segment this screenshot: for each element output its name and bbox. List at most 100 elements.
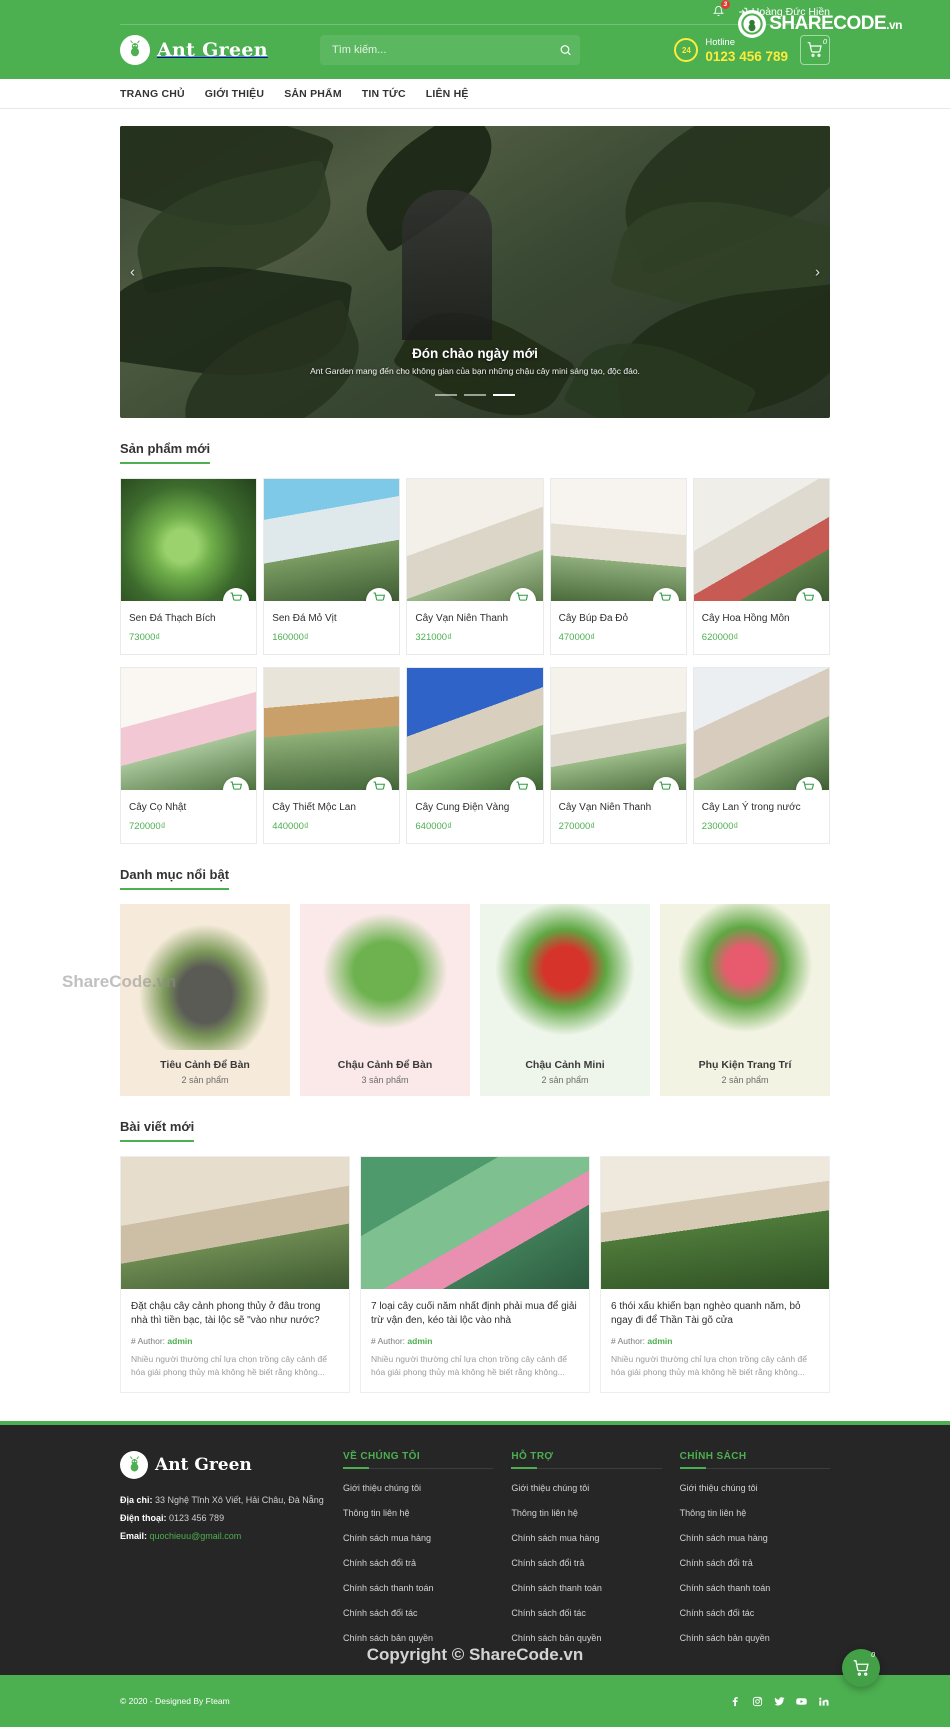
nav-item-contact[interactable]: LIÊN HỆ xyxy=(426,88,469,100)
blog-title[interactable]: Đặt chậu cây cảnh phong thủy ở đâu trong… xyxy=(131,1300,339,1328)
product-name: Cây Lan Ý trong nước xyxy=(701,802,801,813)
blog-author-name[interactable]: admin xyxy=(407,1336,432,1346)
category-name: Chậu Cảnh Để Bàn xyxy=(337,1059,433,1071)
blog-grid: Đặt chậu cây cảnh phong thủy ở đâu trong… xyxy=(120,1156,830,1393)
product-card[interactable]: Cây Thiết Mộc Lan 440000₫ xyxy=(263,667,401,844)
product-image xyxy=(407,479,543,601)
hero-dot-2[interactable] xyxy=(464,394,486,396)
linkedin-icon[interactable] xyxy=(817,1695,830,1708)
nav-item-home[interactable]: TRANG CHỦ xyxy=(120,88,185,100)
phone-24h-icon: 24 xyxy=(674,38,699,62)
footer-logo-text: Ant Green xyxy=(155,1455,252,1475)
category-card[interactable]: Phụ Kiện Trang Trí 2 sản phẩm xyxy=(660,904,830,1096)
footer-link[interactable]: Chính sách mua hàng xyxy=(680,1533,768,1543)
hero-next-arrow[interactable]: › xyxy=(815,264,820,281)
footer-link-item: Giới thiệu chúng tôi xyxy=(343,1478,493,1496)
notifications-button[interactable]: 3 xyxy=(712,0,730,20)
instagram-icon[interactable] xyxy=(751,1695,764,1708)
blog-card[interactable]: Đặt chậu cây cảnh phong thủy ở đâu trong… xyxy=(120,1156,350,1393)
site-footer: Ant Green Địa chỉ: 33 Nghệ Tĩnh Xô Viết,… xyxy=(0,1421,950,1675)
footer-email: Email: quochieuu@gmail.com xyxy=(120,1529,325,1544)
product-image xyxy=(407,668,543,790)
blog-title[interactable]: 6 thói xấu khiến bạn nghèo quanh năm, bỏ… xyxy=(611,1300,819,1328)
footer-link[interactable]: Thông tin liên hệ xyxy=(680,1508,747,1518)
footer-link[interactable]: Thông tin liên hệ xyxy=(511,1508,578,1518)
product-card[interactable]: Sen Đá Mỏ Vịt 160000₫ xyxy=(263,478,401,655)
category-card[interactable]: Chậu Cảnh Mini 2 sản phẩm xyxy=(480,904,650,1096)
site-logo[interactable]: Ant Green xyxy=(120,35,280,65)
product-price: 73000₫ xyxy=(129,632,161,643)
product-card[interactable]: Cây Hoa Hồng Môn 620000₫ xyxy=(692,478,830,655)
add-to-cart-icon xyxy=(802,781,815,790)
floating-cart-button[interactable]: 0 xyxy=(842,1649,880,1687)
nav-item-about[interactable]: GIỚI THIỆU xyxy=(205,88,264,100)
footer-link[interactable]: Giới thiệu chúng tôi xyxy=(343,1483,421,1493)
social-links xyxy=(729,1695,830,1708)
product-price: 270000₫ xyxy=(558,821,596,832)
category-card[interactable]: Tiêu Cảnh Để Bàn 2 sản phẩm xyxy=(120,904,290,1096)
footer-link[interactable]: Chính sách bản quyền xyxy=(343,1633,433,1643)
footer-link[interactable]: Chính sách đối tác xyxy=(343,1608,418,1618)
footer-link-item: Chính sách thanh toán xyxy=(343,1578,493,1596)
footer-link[interactable]: Chính sách mua hàng xyxy=(343,1533,431,1543)
search-icon xyxy=(560,45,571,56)
nav-item-news[interactable]: TIN TỨC xyxy=(362,88,406,100)
product-price: 620000₫ xyxy=(701,632,739,643)
footer-column-title: HỖ TRỢ xyxy=(511,1451,662,1469)
nav-item-products[interactable]: SẢN PHẨM xyxy=(284,88,342,100)
hotline-block[interactable]: 24 Hotline 0123 456 789 xyxy=(674,36,788,64)
blog-card[interactable]: 7 loại cây cuối năm nhất định phải mua đ… xyxy=(360,1156,590,1393)
footer-link[interactable]: Chính sách đối tác xyxy=(680,1608,755,1618)
hero-dot-1[interactable] xyxy=(435,394,457,396)
blog-excerpt: Nhiều người thường chỉ lựa chọn trồng câ… xyxy=(131,1354,327,1377)
footer-link[interactable]: Chính sách đổi trả xyxy=(343,1558,416,1568)
footer-link[interactable]: Giới thiệu chúng tôi xyxy=(511,1483,589,1493)
footer-link-item: Chính sách đối tác xyxy=(680,1603,830,1621)
footer-link-item: Chính sách đổi trả xyxy=(511,1553,661,1571)
product-card[interactable]: Cây Búp Đa Đỏ 470000₫ xyxy=(549,478,687,655)
blog-author-name[interactable]: admin xyxy=(647,1336,672,1346)
categories-section-title: Danh mục nổi bật xyxy=(120,867,230,890)
user-account-link[interactable]: Hoàng Đức Hiền xyxy=(738,6,830,18)
footer-link[interactable]: Chính sách bản quyền xyxy=(680,1633,770,1643)
blog-section: Bài viết mới Đặt chậu cây cảnh phong thủ… xyxy=(0,1118,950,1393)
add-to-cart-icon xyxy=(802,592,815,601)
footer-link[interactable]: Chính sách đối tác xyxy=(511,1608,586,1618)
product-card[interactable]: Cây Cung Điện Vàng 640000₫ xyxy=(406,667,544,844)
footer-link-list: Giới thiệu chúng tôi Thông tin liên hệ Chí… xyxy=(511,1478,661,1646)
footer-link[interactable]: Chính sách đổi trả xyxy=(511,1558,584,1568)
footer-link[interactable]: Chính sách mua hàng xyxy=(511,1533,599,1543)
blog-author-name[interactable]: admin xyxy=(167,1336,192,1346)
product-card[interactable]: Cây Cọ Nhật 720000₫ xyxy=(120,667,258,844)
footer-link[interactable]: Chính sách thanh toán xyxy=(680,1583,771,1593)
footer-link-item: Chính sách mua hàng xyxy=(343,1528,493,1546)
hero-prev-arrow[interactable]: ‹ xyxy=(130,264,135,281)
search-input[interactable] xyxy=(320,35,580,65)
product-card[interactable]: Cây Vạn Niên Thanh 270000₫ xyxy=(549,667,687,844)
footer-link[interactable]: Thông tin liên hệ xyxy=(343,1508,410,1518)
cart-button[interactable]: 0 xyxy=(800,35,830,65)
product-image xyxy=(264,479,400,601)
hero-slider[interactable]: ‹ › Đón chào ngày mới Ant Garden mang đế… xyxy=(120,126,830,418)
footer-logo[interactable]: Ant Green xyxy=(120,1451,325,1479)
product-image xyxy=(693,668,829,790)
footer-link[interactable]: Chính sách đổi trả xyxy=(680,1558,753,1568)
footer-link[interactable]: Chính sách thanh toán xyxy=(511,1583,602,1593)
search-button[interactable] xyxy=(557,42,574,59)
footer-link[interactable]: Chính sách thanh toán xyxy=(343,1583,434,1593)
site-header: 3 Hoàng Đức Hiền Ant Green Tìm kiếm... 2… xyxy=(0,0,950,79)
footer-link[interactable]: Chính sách bản quyền xyxy=(511,1633,601,1643)
product-card[interactable]: Cây Vạn Niên Thanh 321000₫ xyxy=(406,478,544,655)
facebook-icon[interactable] xyxy=(729,1695,742,1708)
footer-link[interactable]: Giới thiệu chúng tôi xyxy=(680,1483,758,1493)
blog-card[interactable]: 6 thói xấu khiến bạn nghèo quanh năm, bỏ… xyxy=(600,1156,830,1393)
twitter-icon[interactable] xyxy=(773,1695,786,1708)
product-card[interactable]: Cây Lan Ý trong nước 230000₫ xyxy=(692,667,830,844)
youtube-icon[interactable] xyxy=(795,1695,808,1708)
blog-title[interactable]: 7 loại cây cuối năm nhất định phải mua đ… xyxy=(371,1300,579,1328)
category-card[interactable]: Chậu Cảnh Để Bàn 3 sản phẩm xyxy=(300,904,470,1096)
hero-dot-3[interactable] xyxy=(493,394,515,396)
blog-info: Đặt chậu cây cảnh phong thủy ở đâu trong… xyxy=(121,1289,349,1392)
footer-email-value[interactable]: quochieuu@gmail.com xyxy=(150,1531,242,1541)
product-card[interactable]: Sen Đá Thạch Bích 73000₫ xyxy=(120,478,258,655)
